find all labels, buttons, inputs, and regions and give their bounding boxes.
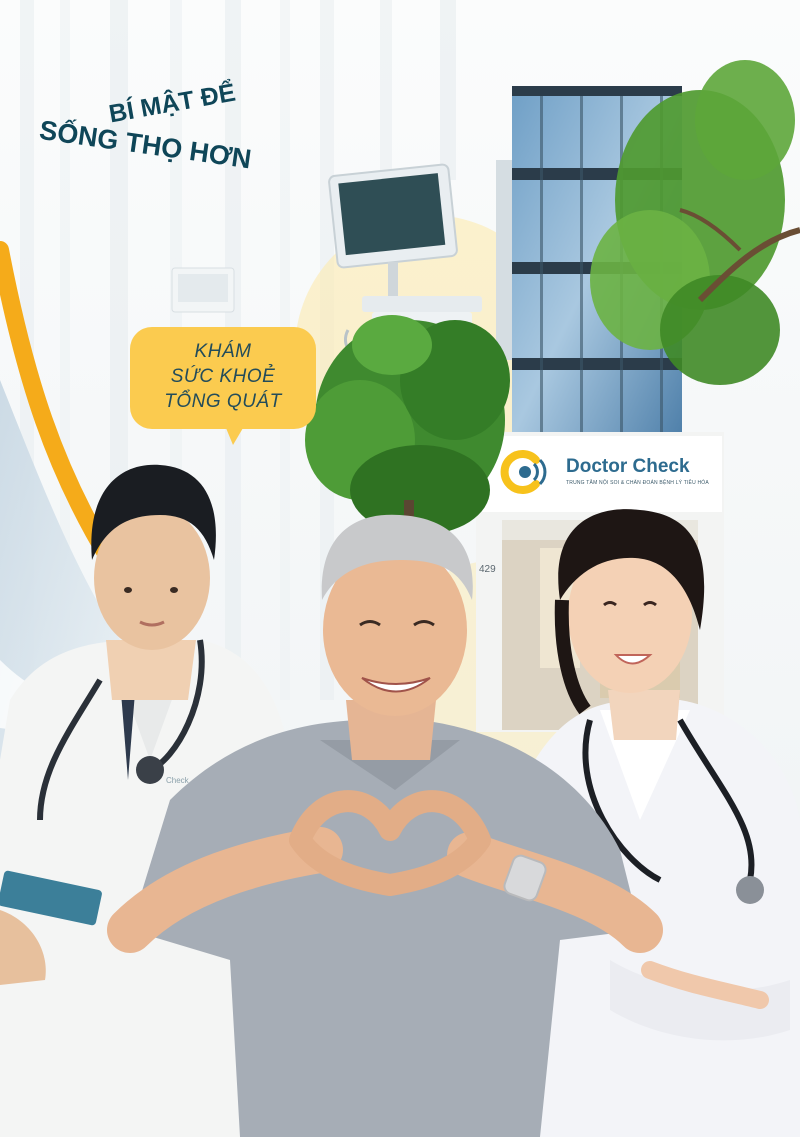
poster: Doctor Check TRUNG TÂM NỘI SOI & CHẨN ĐO… bbox=[0, 0, 800, 1137]
people-illustration bbox=[0, 464, 800, 1137]
coat-logo-text: Check bbox=[166, 776, 189, 785]
